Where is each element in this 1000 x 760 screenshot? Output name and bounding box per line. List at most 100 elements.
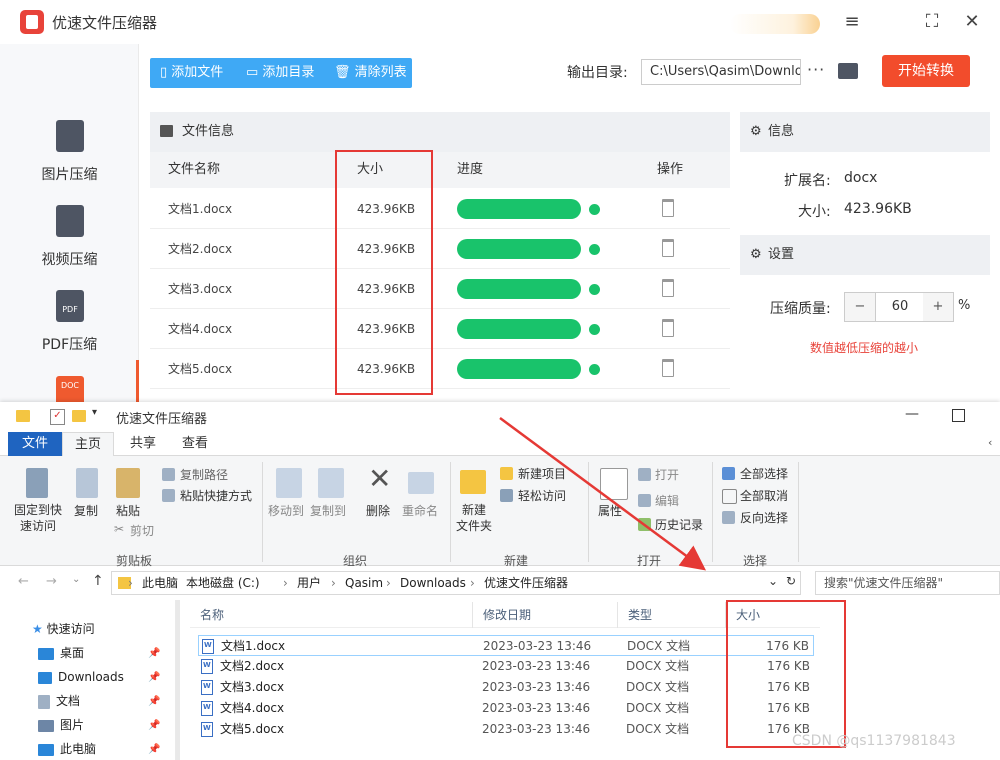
copy-to-button[interactable]: 复制到 (310, 502, 346, 519)
add-file-button[interactable]: ▯ 添加文件 (160, 58, 223, 88)
maximize-icon[interactable] (952, 409, 965, 422)
maximize-icon[interactable]: ⛶ (920, 10, 944, 34)
copy-button[interactable]: 复制 (74, 502, 98, 519)
pin-icon[interactable]: 📌 (148, 696, 160, 707)
tab-file[interactable]: 文件 (8, 432, 63, 456)
file-row[interactable]: 文档1.docx 423.96KB (150, 189, 730, 229)
select-none-button[interactable]: 全部取消 (740, 487, 788, 504)
pin-quick-access-button[interactable]: 固定到快 速访问 (14, 502, 62, 534)
new-folder-button[interactable]: 新建 文件夹 (456, 502, 492, 534)
copy-path-button[interactable]: 复制路径 (180, 466, 228, 483)
breadcrumb-separator-icon[interactable]: › (172, 572, 177, 594)
history-button[interactable]: 历史记录 (655, 516, 703, 533)
edit-button[interactable]: 编辑 (655, 492, 679, 509)
file-list-row[interactable]: 文档2.docx2023-03-23 13:46DOCX 文档176 KB (198, 656, 814, 677)
pin-icon[interactable] (26, 468, 48, 498)
move-to-button[interactable]: 移动到 (268, 502, 304, 519)
copy-icon[interactable] (76, 468, 98, 498)
tab-home[interactable]: 主页 (62, 432, 115, 457)
add-folder-button[interactable]: ▭ 添加目录 (246, 58, 314, 88)
file-list-row[interactable]: 文档5.docx2023-03-23 13:46DOCX 文档176 KB (198, 719, 814, 740)
breadcrumb-item[interactable]: 本地磁盘 (C:) (186, 572, 260, 594)
breadcrumb-item[interactable]: 优速文件压缩器 (484, 572, 568, 594)
cut-button[interactable]: 剪切 (130, 522, 154, 539)
minimize-icon[interactable]: — (905, 406, 919, 422)
column-name[interactable]: 名称 (190, 602, 473, 628)
paste-button[interactable]: 粘贴 (116, 502, 140, 519)
file-row[interactable]: 文档2.docx 423.96KB (150, 229, 730, 269)
column-date[interactable]: 修改日期 (473, 602, 618, 628)
paste-icon[interactable] (116, 468, 140, 498)
increase-button[interactable]: + (923, 293, 953, 321)
breadcrumb-separator-icon[interactable]: › (331, 572, 336, 594)
nav-downloads[interactable]: Downloads (38, 666, 124, 688)
sidebar-item-image[interactable]: 图片压缩 (0, 120, 139, 200)
file-row[interactable]: 文档3.docx 423.96KB (150, 269, 730, 309)
sidebar-item-doc[interactable]: DOC (0, 376, 139, 404)
pin-icon[interactable]: 📌 (148, 720, 160, 731)
address-bar[interactable]: 此电脑 › 本地磁盘 (C:) › 用户 › Qasim › Downloads › 优速文件压缩器… (111, 571, 801, 595)
output-dir-input[interactable]: C:\Users\Qasim\Downlo (641, 59, 801, 85)
invert-selection-button[interactable]: 反向选择 (740, 509, 788, 526)
trash-icon[interactable] (662, 319, 674, 337)
tab-view[interactable]: 查看 (170, 432, 220, 456)
new-item-button[interactable]: 新建项目 (518, 465, 566, 482)
start-convert-button[interactable]: 开始转换 (882, 55, 970, 87)
pin-icon[interactable]: 📌 (148, 672, 160, 683)
breadcrumb-item[interactable]: Qasim (345, 572, 383, 594)
rename-button[interactable]: 重命名 (402, 502, 438, 519)
chevron-down-icon[interactable]: ⌄ (72, 574, 80, 585)
nav-quick-access[interactable]: ★ 快速访问 (32, 618, 95, 640)
open-button[interactable]: 打开 (655, 466, 679, 483)
sidebar-item-video[interactable]: 视频压缩 (0, 205, 139, 285)
delete-button[interactable]: 删除 (366, 502, 390, 519)
more-options-button[interactable]: ··· (807, 60, 825, 79)
new-folder-icon[interactable] (460, 470, 486, 494)
file-list-row[interactable]: 文档3.docx2023-03-23 13:46DOCX 文档176 KB (198, 677, 814, 698)
trash-icon[interactable] (662, 279, 674, 297)
nav-scrollbar[interactable] (176, 600, 180, 760)
file-row[interactable]: 文档4.docx 423.96KB (150, 309, 730, 349)
tab-share[interactable]: 共享 (118, 432, 168, 456)
nav-desktop[interactable]: 桌面 (38, 642, 84, 664)
trash-icon[interactable] (662, 239, 674, 257)
trash-icon[interactable] (662, 359, 674, 377)
pin-icon[interactable]: 📌 (148, 648, 160, 659)
paste-shortcut-button[interactable]: 粘贴快捷方式 (180, 487, 252, 504)
forward-icon[interactable]: → (46, 574, 57, 589)
menu-icon[interactable]: ≡ (840, 10, 864, 34)
column-type[interactable]: 类型 (618, 602, 726, 628)
new-folder-icon[interactable] (72, 410, 86, 422)
delete-icon[interactable]: ✕ (368, 462, 391, 495)
clear-list-button[interactable]: 🗑 清除列表 (334, 58, 407, 88)
properties-button[interactable]: 属性 (598, 502, 622, 519)
breadcrumb-separator-icon[interactable]: › (386, 572, 391, 594)
breadcrumb-separator-icon[interactable]: › (128, 572, 133, 594)
up-icon[interactable]: ↑ (92, 573, 104, 589)
breadcrumb-item[interactable]: Downloads (400, 572, 466, 594)
sidebar-item-pdf[interactable]: PDF PDF压缩 (0, 290, 139, 370)
address-dropdown-icon[interactable]: ⌄ (768, 574, 778, 588)
breadcrumb-separator-icon[interactable]: › (283, 572, 288, 594)
easy-access-button[interactable]: 轻松访问 (518, 487, 566, 504)
file-row[interactable]: 文档5.docx 423.96KB (150, 349, 730, 389)
trash-icon[interactable] (662, 199, 674, 217)
file-list-row[interactable]: 文档1.docx2023-03-23 13:46DOCX 文档176 KB (198, 635, 814, 656)
properties-icon[interactable] (600, 468, 628, 500)
back-icon[interactable]: ← (18, 574, 29, 589)
rename-icon[interactable] (408, 472, 434, 494)
copy-to-icon[interactable] (318, 468, 344, 498)
breadcrumb-separator-icon[interactable]: › (470, 572, 475, 594)
file-list-row[interactable]: 文档4.docx2023-03-23 13:46DOCX 文档176 KB (198, 698, 814, 719)
search-input[interactable]: 搜索"优速文件压缩器" (815, 571, 1000, 595)
quality-input[interactable]: 60 (875, 293, 925, 321)
breadcrumb-item[interactable]: 用户 (297, 572, 321, 594)
folder-icon[interactable] (838, 63, 858, 79)
pin-icon[interactable]: 📌 (148, 744, 160, 755)
refresh-icon[interactable]: ↻ (786, 574, 796, 588)
nav-this-pc[interactable]: 此电脑 (38, 738, 96, 760)
chevron-down-icon[interactable]: ▾ (92, 407, 97, 418)
chevron-up-icon[interactable]: ‹ (988, 436, 992, 449)
properties-check-icon[interactable]: ✓ (50, 409, 65, 425)
nav-documents[interactable]: 文档 (38, 690, 80, 712)
